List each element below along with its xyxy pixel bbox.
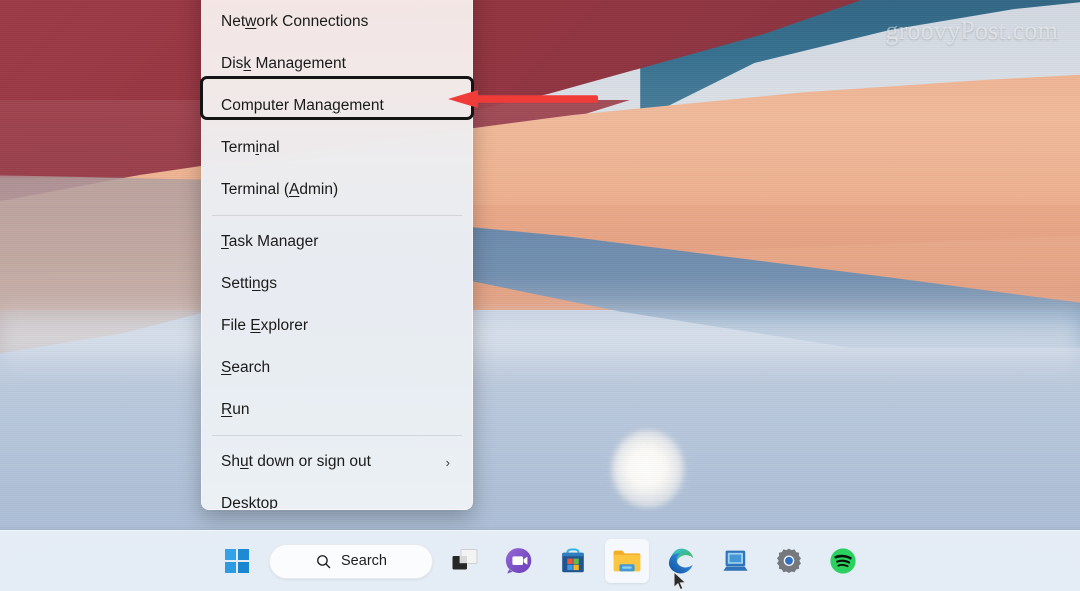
- store-button[interactable]: [551, 539, 595, 583]
- edge-icon: [668, 548, 694, 574]
- search-box[interactable]: Search: [269, 543, 433, 579]
- menu-item-disk-management[interactable]: Disk Management: [202, 43, 472, 85]
- desktop-screen: groovyPost.com Network Connections Disk M…: [0, 0, 1080, 591]
- menu-item-run[interactable]: Run: [202, 389, 472, 431]
- file-explorer-button[interactable]: [605, 539, 649, 583]
- chevron-right-icon: ›: [445, 454, 450, 470]
- chat-icon: [505, 548, 532, 574]
- menu-item-shut-down-or-sign-out[interactable]: Shut down or sign out ›: [202, 441, 472, 483]
- menu-item-list: Network Connections Disk Management Comput…: [202, 0, 472, 509]
- menu-item-network-connections[interactable]: Network Connections: [202, 1, 472, 43]
- wallpaper-horizon-haze: [0, 300, 1080, 380]
- menu-item-desktop[interactable]: Desktop: [202, 483, 472, 510]
- task-view-button[interactable]: [443, 539, 487, 583]
- menu-item-label: Terminal: [221, 139, 280, 156]
- menu-item-search[interactable]: Search: [202, 347, 472, 389]
- menu-item-label: Settings: [221, 275, 278, 292]
- menu-item-label: Terminal (Admin): [221, 181, 339, 198]
- menu-item-label: File Explorer: [221, 317, 309, 334]
- chat-button[interactable]: [497, 539, 541, 583]
- menu-item-file-explorer[interactable]: File Explorer: [202, 305, 472, 347]
- watermark: groovyPost.com: [885, 16, 1058, 45]
- folder-icon: [613, 550, 641, 572]
- search-icon: [317, 554, 331, 568]
- remote-desktop-button[interactable]: [713, 539, 757, 583]
- store-icon: [562, 548, 584, 573]
- menu-item-terminal[interactable]: Terminal: [202, 127, 472, 169]
- start-button[interactable]: [215, 539, 259, 583]
- menu-item-settings[interactable]: Settings: [202, 263, 472, 305]
- desktop-wallpaper: [0, 0, 1080, 591]
- menu-item-label: Computer Management: [221, 97, 384, 114]
- gear-icon: [777, 548, 801, 573]
- menu-item-label: Search: [221, 359, 271, 376]
- menu-item-computer-management[interactable]: Computer Management: [202, 85, 472, 127]
- edge-button[interactable]: [659, 539, 703, 583]
- winx-power-user-menu[interactable]: Network Connections Disk Management Comput…: [201, 0, 473, 510]
- spotify-button[interactable]: [821, 539, 865, 583]
- windows-logo-icon: [224, 548, 250, 574]
- menu-item-label: Shut down or sign out: [221, 453, 371, 470]
- menu-item-label: Disk Management: [221, 55, 346, 72]
- menu-item-terminal-admin[interactable]: Terminal (Admin): [202, 169, 472, 211]
- menu-item-label: Task Manager: [221, 233, 319, 250]
- task-view-icon: [452, 549, 478, 570]
- remote-desktop-icon: [722, 550, 748, 571]
- menu-separator: [212, 435, 462, 436]
- menu-item-task-manager[interactable]: Task Manager: [202, 221, 472, 263]
- search-label: Search: [341, 553, 387, 569]
- taskbar[interactable]: Search: [0, 530, 1080, 591]
- menu-item-label: Desktop: [221, 495, 278, 510]
- menu-item-label: Run: [221, 401, 250, 418]
- settings-button[interactable]: [767, 539, 811, 583]
- spotify-icon: [830, 548, 856, 574]
- wallpaper-sun-streaks: [600, 432, 696, 506]
- menu-item-label: Network Connections: [221, 13, 369, 30]
- menu-separator: [212, 215, 462, 216]
